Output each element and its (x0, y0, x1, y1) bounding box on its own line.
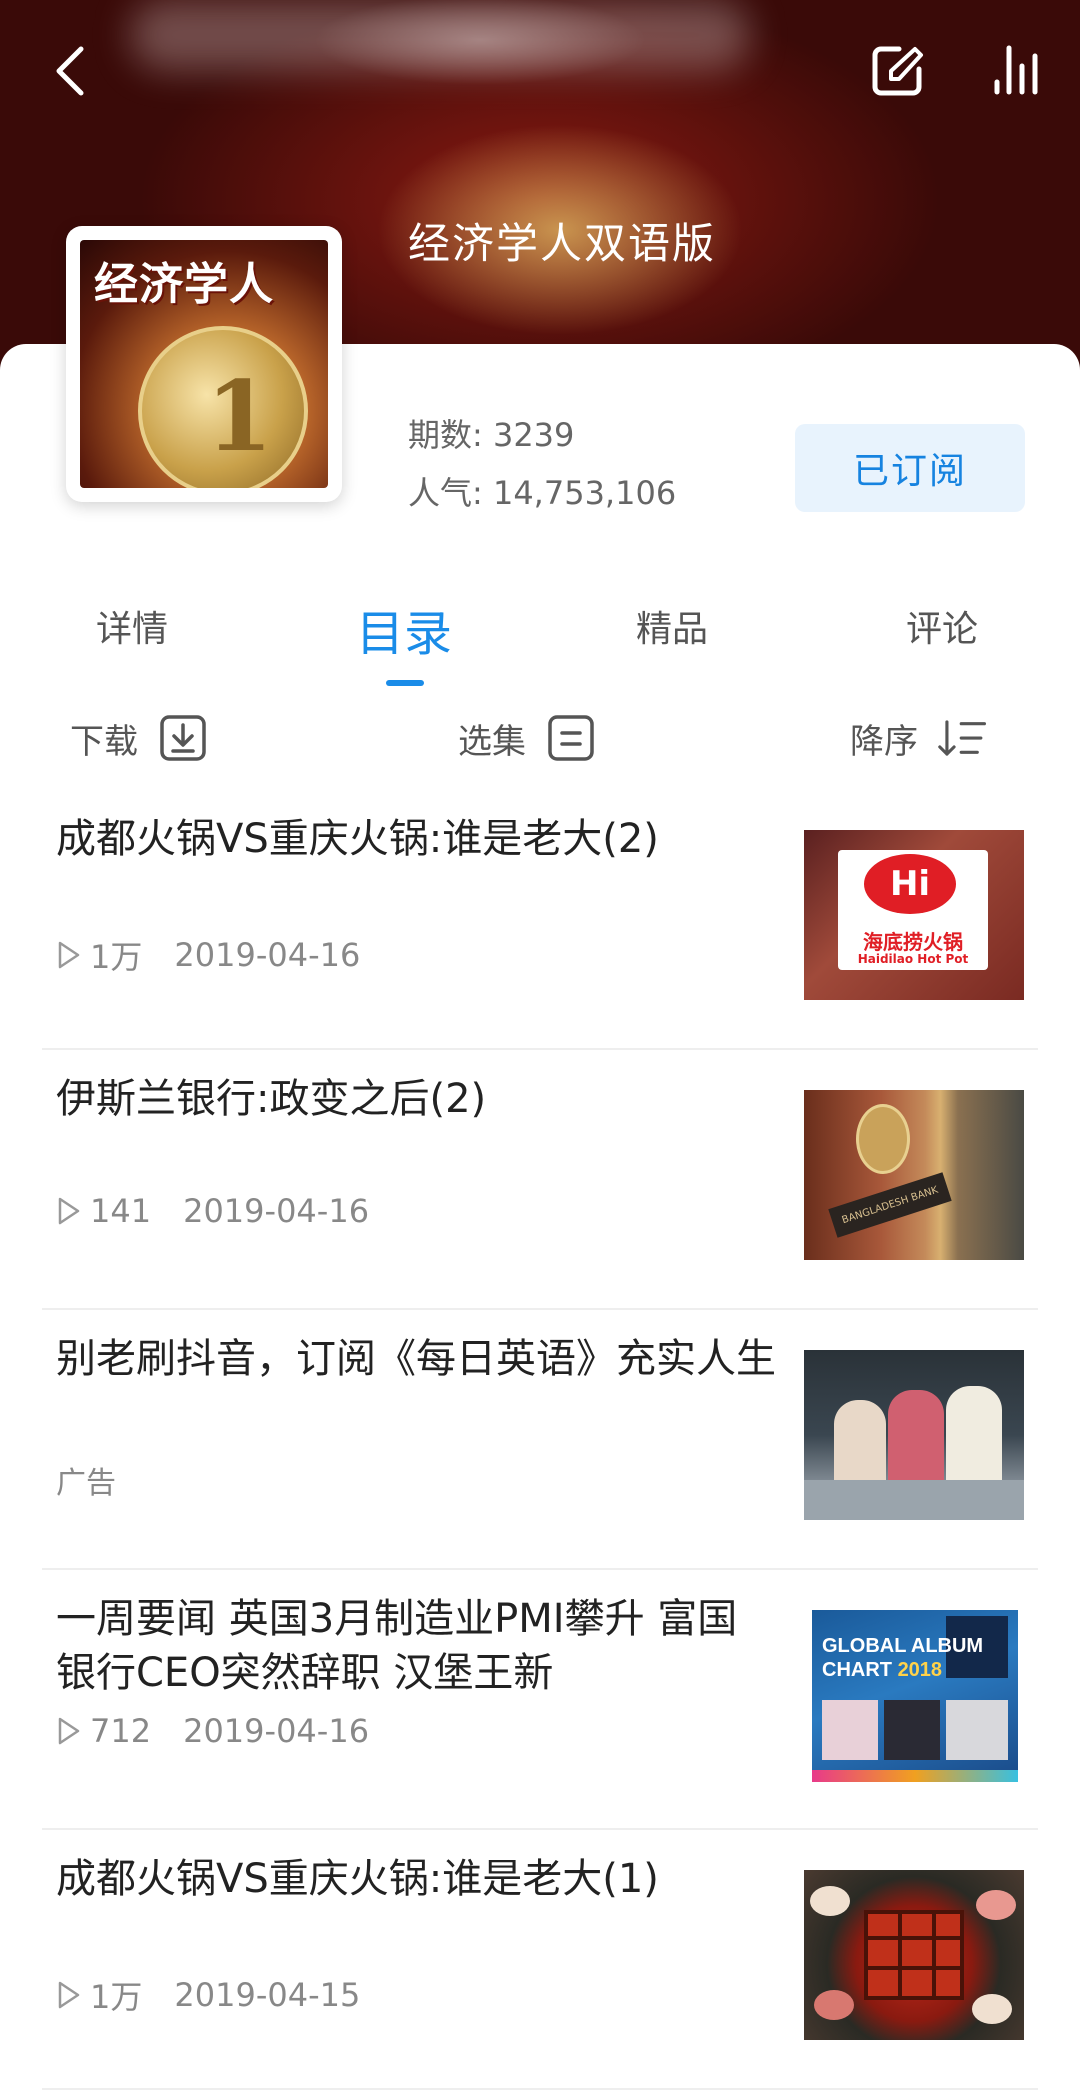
ad-title: 别老刷抖音，订阅《每日英语》充实人生 (56, 1336, 776, 1382)
cover-image: 1 经济学人 (80, 240, 328, 488)
haidilao-logo: Hi (864, 854, 956, 914)
episode-title: 一周要闻 英国3月制造业PMI攀升 富国银行CEO突然辞职 汉堡王新 (56, 1596, 738, 1696)
bank-plaque: BANGLADESH BANK (828, 1172, 952, 1238)
sort-order-button[interactable]: 降序 (850, 708, 988, 768)
play-count: 1万 (90, 938, 143, 976)
tab-catalog[interactable]: 目录 (356, 594, 452, 664)
episode-thumbnail: GLOBAL ALBUM CHART 2018 (812, 1610, 1018, 1782)
album-cover-graphic (884, 1700, 940, 1760)
list-select-icon (546, 713, 596, 763)
equalizer-icon (994, 45, 1038, 95)
back-button[interactable] (40, 36, 100, 106)
album-cover-graphic (946, 1700, 1008, 1760)
album-title: 经济学人双语版 (408, 219, 717, 268)
select-episodes-button[interactable]: 选集 (458, 708, 596, 768)
food-dish (810, 1886, 850, 1916)
select-label: 选集 (458, 721, 526, 762)
issue-count: 期数: 3239 (408, 416, 575, 454)
coin-graphic: 1 (138, 326, 308, 488)
download-icon (158, 713, 208, 763)
person-figure (834, 1400, 886, 1490)
episode-item[interactable]: 一周要闻 英国3月制造业PMI攀升 富国银行CEO突然辞职 汉堡王新 712 2… (42, 1570, 1038, 1830)
playing-status-button[interactable] (984, 36, 1050, 102)
cover-logo-text: 经济学人 (94, 259, 274, 310)
episode-thumbnail: Hi 海底捞火锅 Haidilao Hot Pot (804, 830, 1024, 1000)
tab-comments[interactable]: 评论 (906, 600, 978, 652)
publish-date: 2019-04-15 (174, 1976, 361, 2014)
ad-thumbnail (804, 1350, 1024, 1520)
edit-icon (872, 46, 923, 96)
episode-title: 伊斯兰银行:政变之后(2) (56, 1076, 487, 1122)
episode-title: 成都火锅VS重庆火锅:谁是老大(1) (56, 1856, 659, 1902)
food-dish (976, 1890, 1016, 1920)
subscribed-button[interactable]: 已订阅 (795, 424, 1025, 512)
play-count: 141 (90, 1192, 152, 1230)
episode-meta: 1万 2019-04-15 (56, 1972, 360, 2018)
table-graphic (804, 1480, 1024, 1520)
download-button[interactable]: 下载 (70, 708, 208, 768)
album-chart-text: GLOBAL ALBUM CHART 2018 (822, 1635, 984, 1681)
play-count-icon (56, 1194, 86, 1228)
download-label: 下载 (70, 721, 138, 762)
sign-text-en: Haidilao Hot Pot (857, 952, 969, 966)
ad-item[interactable]: 别老刷抖音，订阅《每日英语》充实人生 广告 (42, 1310, 1038, 1570)
album-cover-graphic (822, 1700, 878, 1760)
episode-item[interactable]: 伊斯兰银行:政变之后(2) 141 2019-04-16 BANGLADESH … (42, 1050, 1038, 1310)
header-blur (130, 0, 750, 70)
episode-item[interactable]: 成都火锅VS重庆火锅:谁是老大(1) 1万 2019-04-15 (42, 1830, 1038, 2090)
album-cover[interactable]: 1 经济学人 (66, 226, 342, 502)
person-figure (946, 1386, 1002, 1490)
episode-meta: 712 2019-04-16 (56, 1712, 369, 1750)
play-count: 1万 (90, 1978, 143, 2016)
edit-button[interactable] (864, 38, 930, 104)
bank-seal (856, 1104, 910, 1174)
chevron-left-icon (56, 46, 84, 96)
sort-descending-icon (938, 713, 988, 763)
color-bar (812, 1770, 1018, 1782)
tab-premium[interactable]: 精品 (636, 600, 708, 652)
play-count-icon (56, 938, 86, 972)
publish-date: 2019-04-16 (183, 1192, 370, 1230)
play-count-icon (56, 1714, 86, 1748)
food-dish (972, 1994, 1012, 2024)
episode-meta: 141 2019-04-16 (56, 1192, 369, 1230)
sort-label: 降序 (850, 721, 918, 762)
episode-thumbnail (804, 1870, 1024, 2040)
play-count-icon (56, 1978, 86, 2012)
active-tab-indicator (386, 680, 424, 686)
sign-text-cn: 海底捞火锅 (863, 930, 963, 954)
play-count: 712 (90, 1712, 152, 1750)
tab-details[interactable]: 详情 (96, 600, 168, 652)
publish-date: 2019-04-16 (174, 936, 361, 974)
episode-meta: 1万 2019-04-16 (56, 932, 360, 978)
publish-date: 2019-04-16 (183, 1712, 370, 1750)
episode-item[interactable]: 成都火锅VS重庆火锅:谁是老大(2) 1万 2019-04-16 Hi 海底捞火… (42, 790, 1038, 1050)
person-figure (888, 1390, 944, 1490)
food-dish (814, 1990, 854, 2020)
episode-title: 成都火锅VS重庆火锅:谁是老大(2) (56, 816, 659, 862)
episode-thumbnail: BANGLADESH BANK (804, 1090, 1024, 1260)
ad-label: 广告 (56, 1466, 116, 1501)
hotpot-grid (864, 1910, 964, 2000)
popularity-count: 人气: 14,753,106 (408, 474, 677, 512)
